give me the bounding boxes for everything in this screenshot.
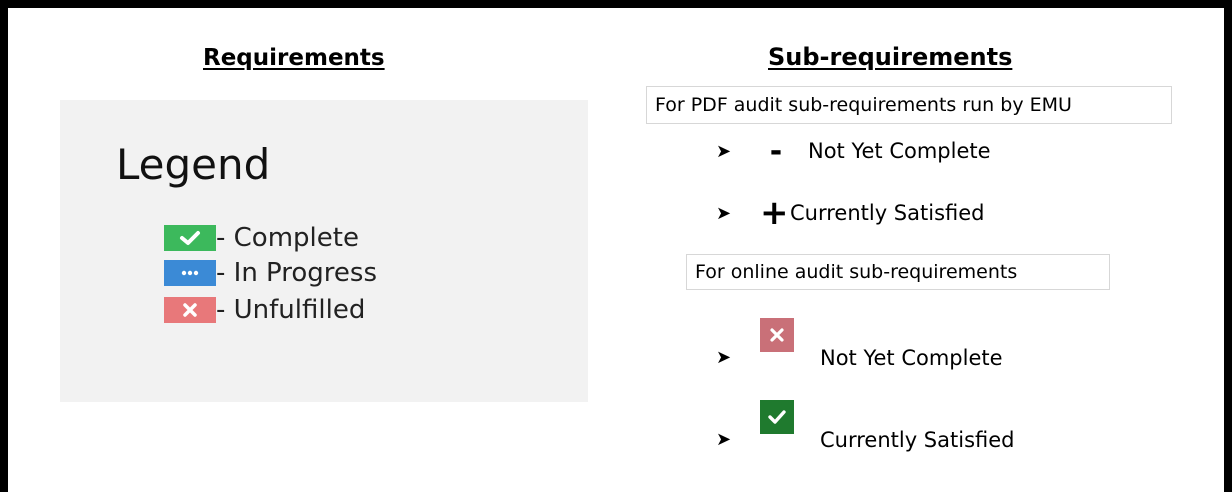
- ellipsis-icon: [164, 260, 216, 286]
- requirements-heading: Requirements: [203, 45, 385, 71]
- legend-title: Legend: [116, 140, 271, 189]
- arrow-bullet-icon: ➤: [716, 202, 732, 224]
- online-item-label: Not Yet Complete: [820, 346, 1003, 370]
- pdf-item-label: Currently Satisfied: [790, 201, 985, 225]
- online-item-not-yet-complete: ➤ Not Yet Complete: [716, 318, 1003, 374]
- legend-panel: Legend - Complete - In Progress - Unfulf…: [60, 100, 588, 402]
- arrow-bullet-icon: ➤: [716, 429, 732, 450]
- legend-row-in-progress: - In Progress: [164, 258, 377, 288]
- pdf-audit-note: For PDF audit sub-requirements run by EM…: [646, 86, 1172, 124]
- pdf-item-label: Not Yet Complete: [808, 139, 991, 163]
- legend-label-unfulfilled: - Unfulfilled: [216, 295, 366, 325]
- arrow-bullet-icon: ➤: [716, 140, 732, 162]
- online-audit-note: For online audit sub-requirements: [686, 254, 1110, 290]
- x-icon: [760, 318, 794, 352]
- plus-symbol: +: [760, 193, 789, 233]
- pdf-item-not-yet-complete: ➤ - Not Yet Complete: [716, 133, 991, 169]
- online-item-label: Currently Satisfied: [820, 428, 1015, 452]
- legend-row-complete: - Complete: [164, 223, 359, 253]
- check-icon: [164, 225, 216, 251]
- arrow-bullet-icon: ➤: [716, 347, 732, 368]
- pdf-item-currently-satisfied: ➤ + Currently Satisfied: [716, 193, 985, 233]
- check-icon: [760, 400, 794, 434]
- legend-row-unfulfilled: - Unfulfilled: [164, 295, 365, 325]
- sub-requirements-heading: Sub-requirements: [768, 43, 1013, 71]
- x-icon: [164, 297, 216, 323]
- legend-label-in-progress: - In Progress: [216, 258, 378, 288]
- online-item-currently-satisfied: ➤ Currently Satisfied: [716, 400, 1015, 456]
- minus-symbol: -: [769, 133, 783, 169]
- legend-label-complete: - Complete: [216, 223, 359, 253]
